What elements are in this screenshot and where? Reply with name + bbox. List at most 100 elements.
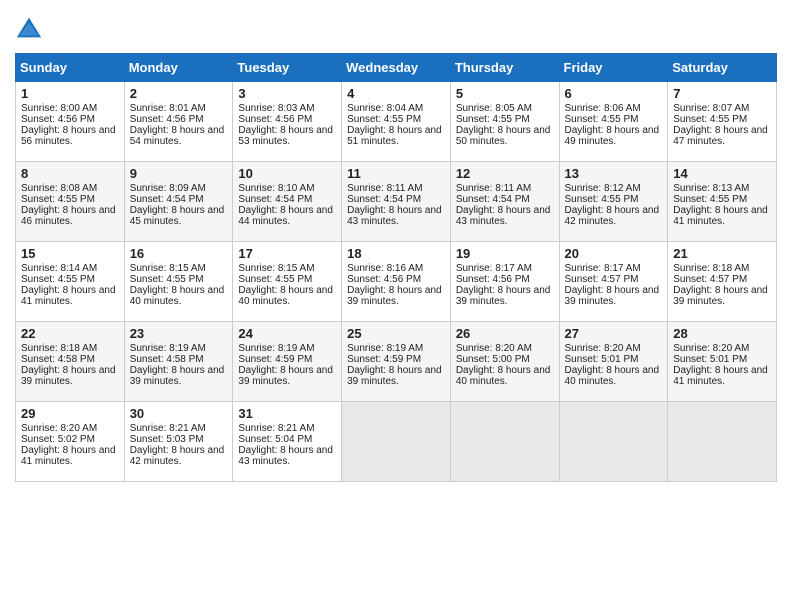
col-saturday: Saturday: [668, 54, 777, 82]
sunrise-label: Sunrise: 8:18 AM: [21, 343, 97, 354]
daylight-label: Daylight: 8 hours and 41 minutes.: [673, 365, 768, 387]
sunset-label: Sunset: 4:55 PM: [673, 194, 747, 205]
logo: [15, 15, 47, 43]
daylight-label: Daylight: 8 hours and 40 minutes.: [565, 365, 660, 387]
sunset-label: Sunset: 4:57 PM: [673, 274, 747, 285]
day-number: 14: [673, 166, 771, 181]
sunrise-label: Sunrise: 8:12 AM: [565, 183, 641, 194]
day-number: 7: [673, 86, 771, 101]
daylight-label: Daylight: 8 hours and 39 minutes.: [565, 285, 660, 307]
daylight-label: Daylight: 8 hours and 45 minutes.: [130, 205, 225, 227]
day-number: 3: [238, 86, 336, 101]
day-number: 2: [130, 86, 228, 101]
day-cell: 28 Sunrise: 8:20 AM Sunset: 5:01 PM Dayl…: [668, 322, 777, 402]
col-monday: Monday: [124, 54, 233, 82]
sunset-label: Sunset: 4:56 PM: [238, 114, 312, 125]
empty-cell: [559, 402, 668, 482]
sunset-label: Sunset: 4:55 PM: [347, 114, 421, 125]
calendar-row: 8 Sunrise: 8:08 AM Sunset: 4:55 PM Dayli…: [16, 162, 777, 242]
daylight-label: Daylight: 8 hours and 47 minutes.: [673, 125, 768, 147]
logo-icon: [15, 15, 43, 43]
day-number: 19: [456, 246, 554, 261]
day-number: 15: [21, 246, 119, 261]
daylight-label: Daylight: 8 hours and 54 minutes.: [130, 125, 225, 147]
sunset-label: Sunset: 4:55 PM: [456, 114, 530, 125]
sunset-label: Sunset: 4:55 PM: [673, 114, 747, 125]
day-number: 21: [673, 246, 771, 261]
day-cell: 14 Sunrise: 8:13 AM Sunset: 4:55 PM Dayl…: [668, 162, 777, 242]
day-cell: 9 Sunrise: 8:09 AM Sunset: 4:54 PM Dayli…: [124, 162, 233, 242]
day-number: 31: [238, 406, 336, 421]
sunset-label: Sunset: 4:59 PM: [347, 354, 421, 365]
day-number: 23: [130, 326, 228, 341]
day-number: 12: [456, 166, 554, 181]
empty-cell: [668, 402, 777, 482]
day-cell: 19 Sunrise: 8:17 AM Sunset: 4:56 PM Dayl…: [450, 242, 559, 322]
day-cell: 20 Sunrise: 8:17 AM Sunset: 4:57 PM Dayl…: [559, 242, 668, 322]
day-number: 27: [565, 326, 663, 341]
sunrise-label: Sunrise: 8:15 AM: [130, 263, 206, 274]
daylight-label: Daylight: 8 hours and 39 minutes.: [673, 285, 768, 307]
daylight-label: Daylight: 8 hours and 56 minutes.: [21, 125, 116, 147]
daylight-label: Daylight: 8 hours and 44 minutes.: [238, 205, 333, 227]
sunset-label: Sunset: 4:58 PM: [130, 354, 204, 365]
sunrise-label: Sunrise: 8:03 AM: [238, 103, 314, 114]
sunrise-label: Sunrise: 8:09 AM: [130, 183, 206, 194]
sunset-label: Sunset: 5:03 PM: [130, 434, 204, 445]
daylight-label: Daylight: 8 hours and 39 minutes.: [347, 365, 442, 387]
sunrise-label: Sunrise: 8:06 AM: [565, 103, 641, 114]
day-cell: 26 Sunrise: 8:20 AM Sunset: 5:00 PM Dayl…: [450, 322, 559, 402]
day-cell: 16 Sunrise: 8:15 AM Sunset: 4:55 PM Dayl…: [124, 242, 233, 322]
day-number: 4: [347, 86, 445, 101]
daylight-label: Daylight: 8 hours and 42 minutes.: [565, 205, 660, 227]
day-cell: 31 Sunrise: 8:21 AM Sunset: 5:04 PM Dayl…: [233, 402, 342, 482]
sunrise-label: Sunrise: 8:21 AM: [130, 423, 206, 434]
sunrise-label: Sunrise: 8:07 AM: [673, 103, 749, 114]
col-thursday: Thursday: [450, 54, 559, 82]
sunrise-label: Sunrise: 8:14 AM: [21, 263, 97, 274]
calendar-row: 22 Sunrise: 8:18 AM Sunset: 4:58 PM Dayl…: [16, 322, 777, 402]
day-cell: 13 Sunrise: 8:12 AM Sunset: 4:55 PM Dayl…: [559, 162, 668, 242]
daylight-label: Daylight: 8 hours and 51 minutes.: [347, 125, 442, 147]
day-number: 25: [347, 326, 445, 341]
sunrise-label: Sunrise: 8:16 AM: [347, 263, 423, 274]
daylight-label: Daylight: 8 hours and 39 minutes.: [456, 285, 551, 307]
sunset-label: Sunset: 4:56 PM: [456, 274, 530, 285]
daylight-label: Daylight: 8 hours and 41 minutes.: [673, 205, 768, 227]
sunrise-label: Sunrise: 8:19 AM: [130, 343, 206, 354]
sunrise-label: Sunrise: 8:04 AM: [347, 103, 423, 114]
day-cell: 18 Sunrise: 8:16 AM Sunset: 4:56 PM Dayl…: [342, 242, 451, 322]
day-number: 30: [130, 406, 228, 421]
sunset-label: Sunset: 4:58 PM: [21, 354, 95, 365]
daylight-label: Daylight: 8 hours and 46 minutes.: [21, 205, 116, 227]
sunset-label: Sunset: 4:55 PM: [21, 274, 95, 285]
sunset-label: Sunset: 4:57 PM: [565, 274, 639, 285]
calendar-row: 15 Sunrise: 8:14 AM Sunset: 4:55 PM Dayl…: [16, 242, 777, 322]
day-number: 13: [565, 166, 663, 181]
sunrise-label: Sunrise: 8:20 AM: [565, 343, 641, 354]
sunset-label: Sunset: 5:02 PM: [21, 434, 95, 445]
col-tuesday: Tuesday: [233, 54, 342, 82]
calendar-row: 1 Sunrise: 8:00 AM Sunset: 4:56 PM Dayli…: [16, 82, 777, 162]
day-number: 1: [21, 86, 119, 101]
sunrise-label: Sunrise: 8:20 AM: [21, 423, 97, 434]
day-cell: 10 Sunrise: 8:10 AM Sunset: 4:54 PM Dayl…: [233, 162, 342, 242]
col-sunday: Sunday: [16, 54, 125, 82]
sunrise-label: Sunrise: 8:20 AM: [456, 343, 532, 354]
sunrise-label: Sunrise: 8:20 AM: [673, 343, 749, 354]
day-cell: 3 Sunrise: 8:03 AM Sunset: 4:56 PM Dayli…: [233, 82, 342, 162]
day-cell: 23 Sunrise: 8:19 AM Sunset: 4:58 PM Dayl…: [124, 322, 233, 402]
sunset-label: Sunset: 5:01 PM: [565, 354, 639, 365]
day-cell: 8 Sunrise: 8:08 AM Sunset: 4:55 PM Dayli…: [16, 162, 125, 242]
day-number: 24: [238, 326, 336, 341]
daylight-label: Daylight: 8 hours and 43 minutes.: [238, 445, 333, 467]
sunrise-label: Sunrise: 8:21 AM: [238, 423, 314, 434]
day-number: 6: [565, 86, 663, 101]
daylight-label: Daylight: 8 hours and 50 minutes.: [456, 125, 551, 147]
daylight-label: Daylight: 8 hours and 41 minutes.: [21, 445, 116, 467]
header-row: Sunday Monday Tuesday Wednesday Thursday…: [16, 54, 777, 82]
day-cell: 17 Sunrise: 8:15 AM Sunset: 4:55 PM Dayl…: [233, 242, 342, 322]
day-cell: 1 Sunrise: 8:00 AM Sunset: 4:56 PM Dayli…: [16, 82, 125, 162]
daylight-label: Daylight: 8 hours and 39 minutes.: [21, 365, 116, 387]
sunset-label: Sunset: 4:56 PM: [130, 114, 204, 125]
